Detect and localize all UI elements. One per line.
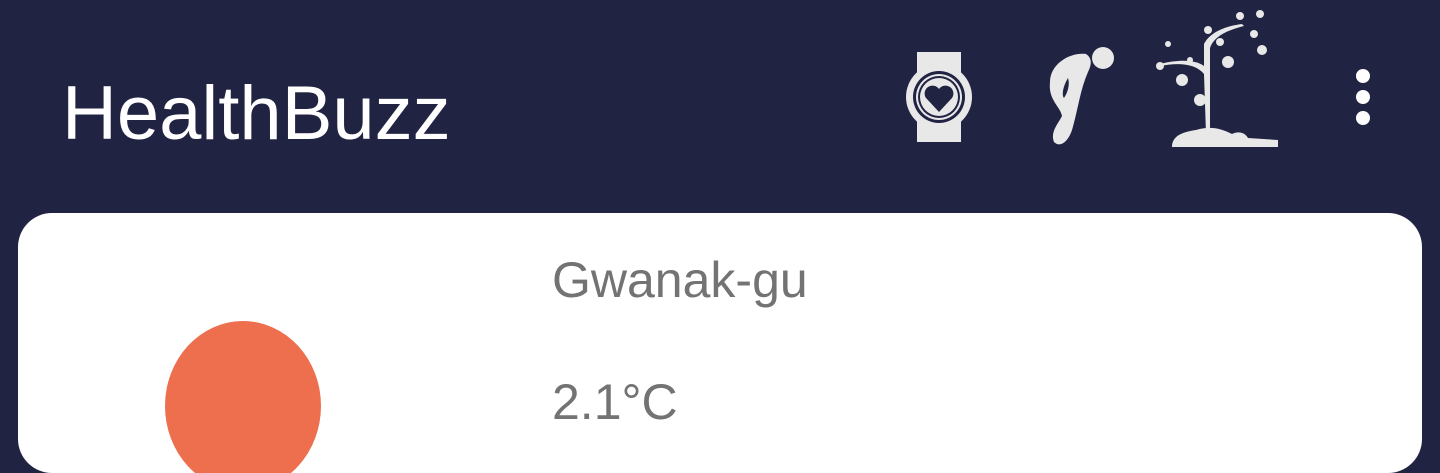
tree-growth-icon[interactable]: [1140, 4, 1292, 150]
weather-temperature: 2.1°C: [552, 374, 678, 430]
bowing-person-icon[interactable]: [1040, 44, 1116, 150]
weather-location: Gwanak-gu: [552, 252, 808, 308]
app-title: HealthBuzz: [62, 71, 451, 156]
smartwatch-heart-icon[interactable]: [905, 50, 973, 144]
more-vert-icon[interactable]: [1350, 68, 1376, 128]
weather-card[interactable]: Gwanak-gu 2.1°C: [18, 213, 1422, 473]
sun-weather-icon: [165, 321, 321, 473]
